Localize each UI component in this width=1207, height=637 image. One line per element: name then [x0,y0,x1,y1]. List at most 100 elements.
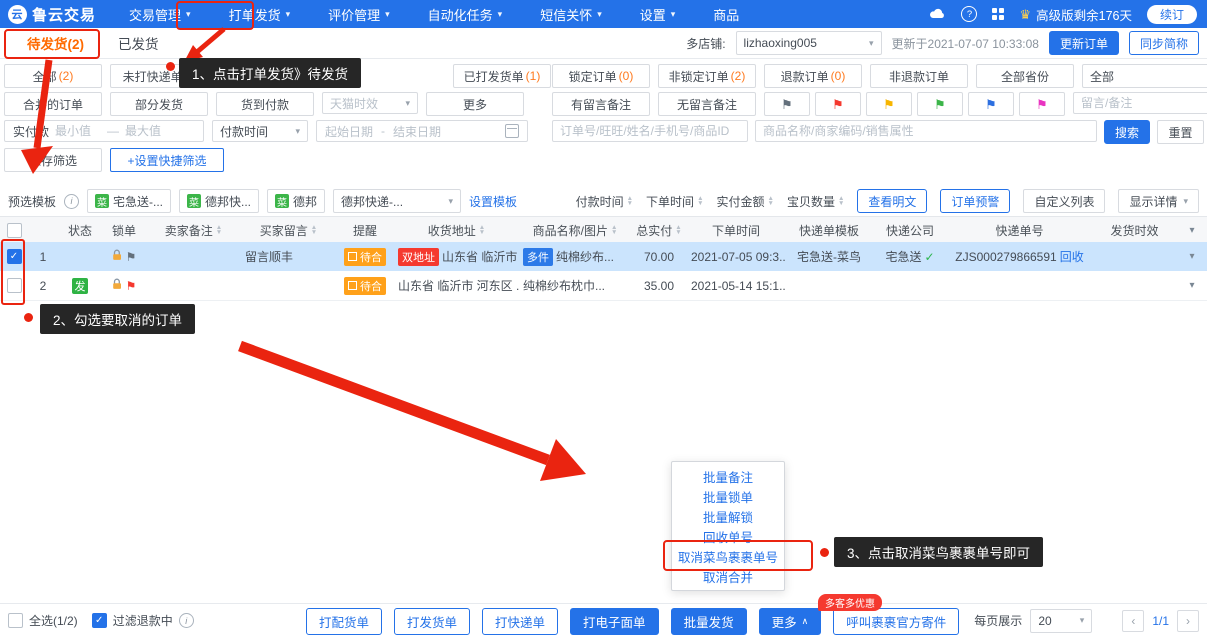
lock-icon[interactable] [112,249,123,264]
tmall-sla-select[interactable]: 天猫时效 ▾ [322,92,418,114]
filter-refund-orders[interactable]: 退款订单 (0) [764,64,862,88]
template-select[interactable]: 德邦快递-... ▾ [333,189,462,213]
filter-more-button[interactable]: 更多 [426,92,524,116]
note-search-input[interactable] [1073,92,1207,114]
show-detail-button[interactable]: 显示详情 ▾ [1118,189,1199,213]
template-chip-deppon[interactable]: 菜德邦 [267,189,326,213]
update-orders-button[interactable]: 更新订单 [1048,31,1119,55]
view-plaintext-button[interactable]: 查看明文 [857,189,928,213]
prev-page-button[interactable]: ‹ [1122,609,1145,632]
menu-item-batch-note[interactable]: 批量备注 [672,466,784,486]
filter-flag-green[interactable]: ⚑ [917,92,963,116]
quick-filter-button[interactable]: +设置快捷筛选 [110,148,224,172]
info-icon[interactable]: i [178,613,194,628]
cloud-icon[interactable] [929,7,946,22]
filter-flag-magenta[interactable]: ⚑ [1019,92,1065,116]
sort-pay-time[interactable]: 付款时间 ▲ ▼ [576,193,633,210]
filter-refund-checkbox[interactable]: ✓ [91,613,107,628]
row-flag-icon[interactable]: ⚑ [126,251,137,263]
filter-flag-blue[interactable]: ⚑ [968,92,1014,116]
col-seller-note[interactable]: 卖家备注 ▲ ▼ [146,217,241,243]
sort-paid-amount[interactable]: 实付金额 ▲ ▼ [717,193,774,210]
renew-button[interactable]: 续订 [1146,4,1197,24]
recycle-link[interactable]: 回收 [1060,248,1084,265]
menu-item-batch-lock[interactable]: 批量锁单 [672,486,784,506]
max-amount-input[interactable] [125,122,172,140]
filter-all-orders[interactable]: 全部 (2) [4,64,102,88]
per-page-select[interactable]: 20 ▾ [1030,608,1093,633]
template-chip-zjs[interactable]: 菜宅急送-... [87,189,172,213]
menu-item-cancel-merge[interactable]: 取消合并 [672,566,784,586]
menu-item-trade-management[interactable]: 交易管理 ▾ [110,0,210,28]
filter-flag-yellow[interactable]: ⚑ [866,92,912,116]
col-item[interactable]: 商品名称/图片 ▲ ▼ [519,217,631,243]
filter-locked-orders[interactable]: 锁定订单 (0) [552,64,650,88]
row-expand-caret[interactable]: ▾ [1189,280,1194,291]
product-search-input[interactable] [755,120,1097,142]
help-icon[interactable]: ? [961,6,978,22]
menu-item-products[interactable]: 商品 [694,0,758,28]
filter-unlocked-orders[interactable]: 非锁定订单 (2) [658,64,756,88]
table-row[interactable]: 2 发 ⚑ 待合 山东省 临沂市 河东区 ... 纯棉纱布枕巾... 35.00… [0,271,1207,301]
order-search-input[interactable] [552,120,748,142]
filter-flag-gray[interactable]: ⚑ [764,92,810,116]
row-checkbox[interactable] [6,278,22,293]
menu-item-recycle-number[interactable]: 回收单号 [672,526,784,546]
sort-item-qty[interactable]: 宝贝数量 ▲ ▼ [787,193,844,210]
order-warning-button[interactable]: 订单预警 [940,189,1011,213]
more-button[interactable]: 更多 ∧ [758,608,822,635]
custom-columns-button[interactable]: 自定义列表 [1023,189,1106,213]
info-icon[interactable]: i [64,193,80,209]
menu-item-cancel-cainiao-number[interactable]: 取消菜鸟裹裹单号 [672,546,784,566]
table-row[interactable]: ✓ 1 ⚑ 留言顺丰 待合 双地址山东省 临沂市 ... 多件纯棉纱布... 7… [0,242,1207,272]
filter-has-note[interactable]: 有留言备注 [552,92,650,116]
sort-order-time[interactable]: 下单时间 ▲ ▼ [646,193,703,210]
print-express-button[interactable]: 打快递单 [482,608,559,635]
tab-pending-shipment[interactable]: 待发货(2) [10,33,101,53]
filter-all-provinces[interactable]: 全部省份 [976,64,1074,88]
menu-item-sms-care[interactable]: 短信关怀 ▾ [521,0,621,28]
address-cell: 山东省 临沂市 河东区 ... [394,271,519,300]
header-expand-caret[interactable]: ▾ [1189,225,1194,236]
menu-item-automation[interactable]: 自动化任务 ▾ [409,0,522,28]
min-amount-input[interactable] [55,122,102,140]
shop-select[interactable]: lizhaoxing005 ▾ [735,31,882,55]
select-all-checkbox[interactable] [6,222,22,238]
col-address[interactable]: 收货地址 ▲ ▼ [394,217,519,243]
sync-short-name-button[interactable]: 同步简称 [1128,31,1199,55]
menu-item-settings[interactable]: 设置 ▾ [621,0,695,28]
apps-grid-icon[interactable] [992,8,1005,20]
filter-printed-ship-list[interactable]: 已打发货单 (1) [453,64,551,88]
filter-partial-shipment[interactable]: 部分发货 [110,92,208,116]
set-template-link[interactable]: 设置模板 [469,193,517,210]
date-range-picker[interactable]: 起始日期 - 结束日期 [316,120,528,142]
col-paid[interactable]: 总实付 ▲ ▼ [631,217,687,243]
province-select[interactable]: 全部▾ [1082,64,1207,88]
batch-ship-button[interactable]: 批量发货 [670,608,747,635]
col-buyer-message[interactable]: 买家留言 ▲ ▼ [241,217,336,243]
tab-shipped[interactable]: 已发货 [101,33,176,53]
search-button[interactable]: 搜索 [1104,120,1150,144]
next-page-button[interactable]: › [1177,609,1199,632]
menu-item-batch-unlock[interactable]: 批量解锁 [672,506,784,526]
filter-flag-red[interactable]: ⚑ [815,92,861,116]
menu-item-print-ship[interactable]: 打单发货 ▾ [210,0,310,28]
row-checkbox[interactable]: ✓ [6,249,22,264]
reset-button[interactable]: 重置 [1157,120,1204,144]
print-pick-list-button[interactable]: 打配货单 [306,608,383,635]
row-expand-caret[interactable]: ▾ [1189,251,1194,262]
pay-time-select[interactable]: 付款时间 ▾ [212,120,308,142]
row-flag-icon[interactable]: ⚑ [126,280,137,292]
save-filter-button[interactable]: 保存筛选 [4,148,102,172]
print-ship-list-button[interactable]: 打发货单 [394,608,471,635]
filter-merged-orders[interactable]: 合并的订单 [4,92,102,116]
select-all-footer-checkbox[interactable] [8,613,23,628]
print-eorder-button[interactable]: 打电子面单 [570,608,659,635]
call-guoguo-button[interactable]: 呼叫裹裹官方寄件 [833,608,960,635]
filter-no-note[interactable]: 无留言备注 [658,92,756,116]
lock-icon[interactable] [112,278,123,293]
filter-cod[interactable]: 货到付款 [216,92,314,116]
filter-non-refund-orders[interactable]: 非退款订单 [870,64,968,88]
template-chip-deppon-express[interactable]: 菜德邦快... [179,189,260,213]
menu-item-review-management[interactable]: 评价管理 ▾ [309,0,409,28]
